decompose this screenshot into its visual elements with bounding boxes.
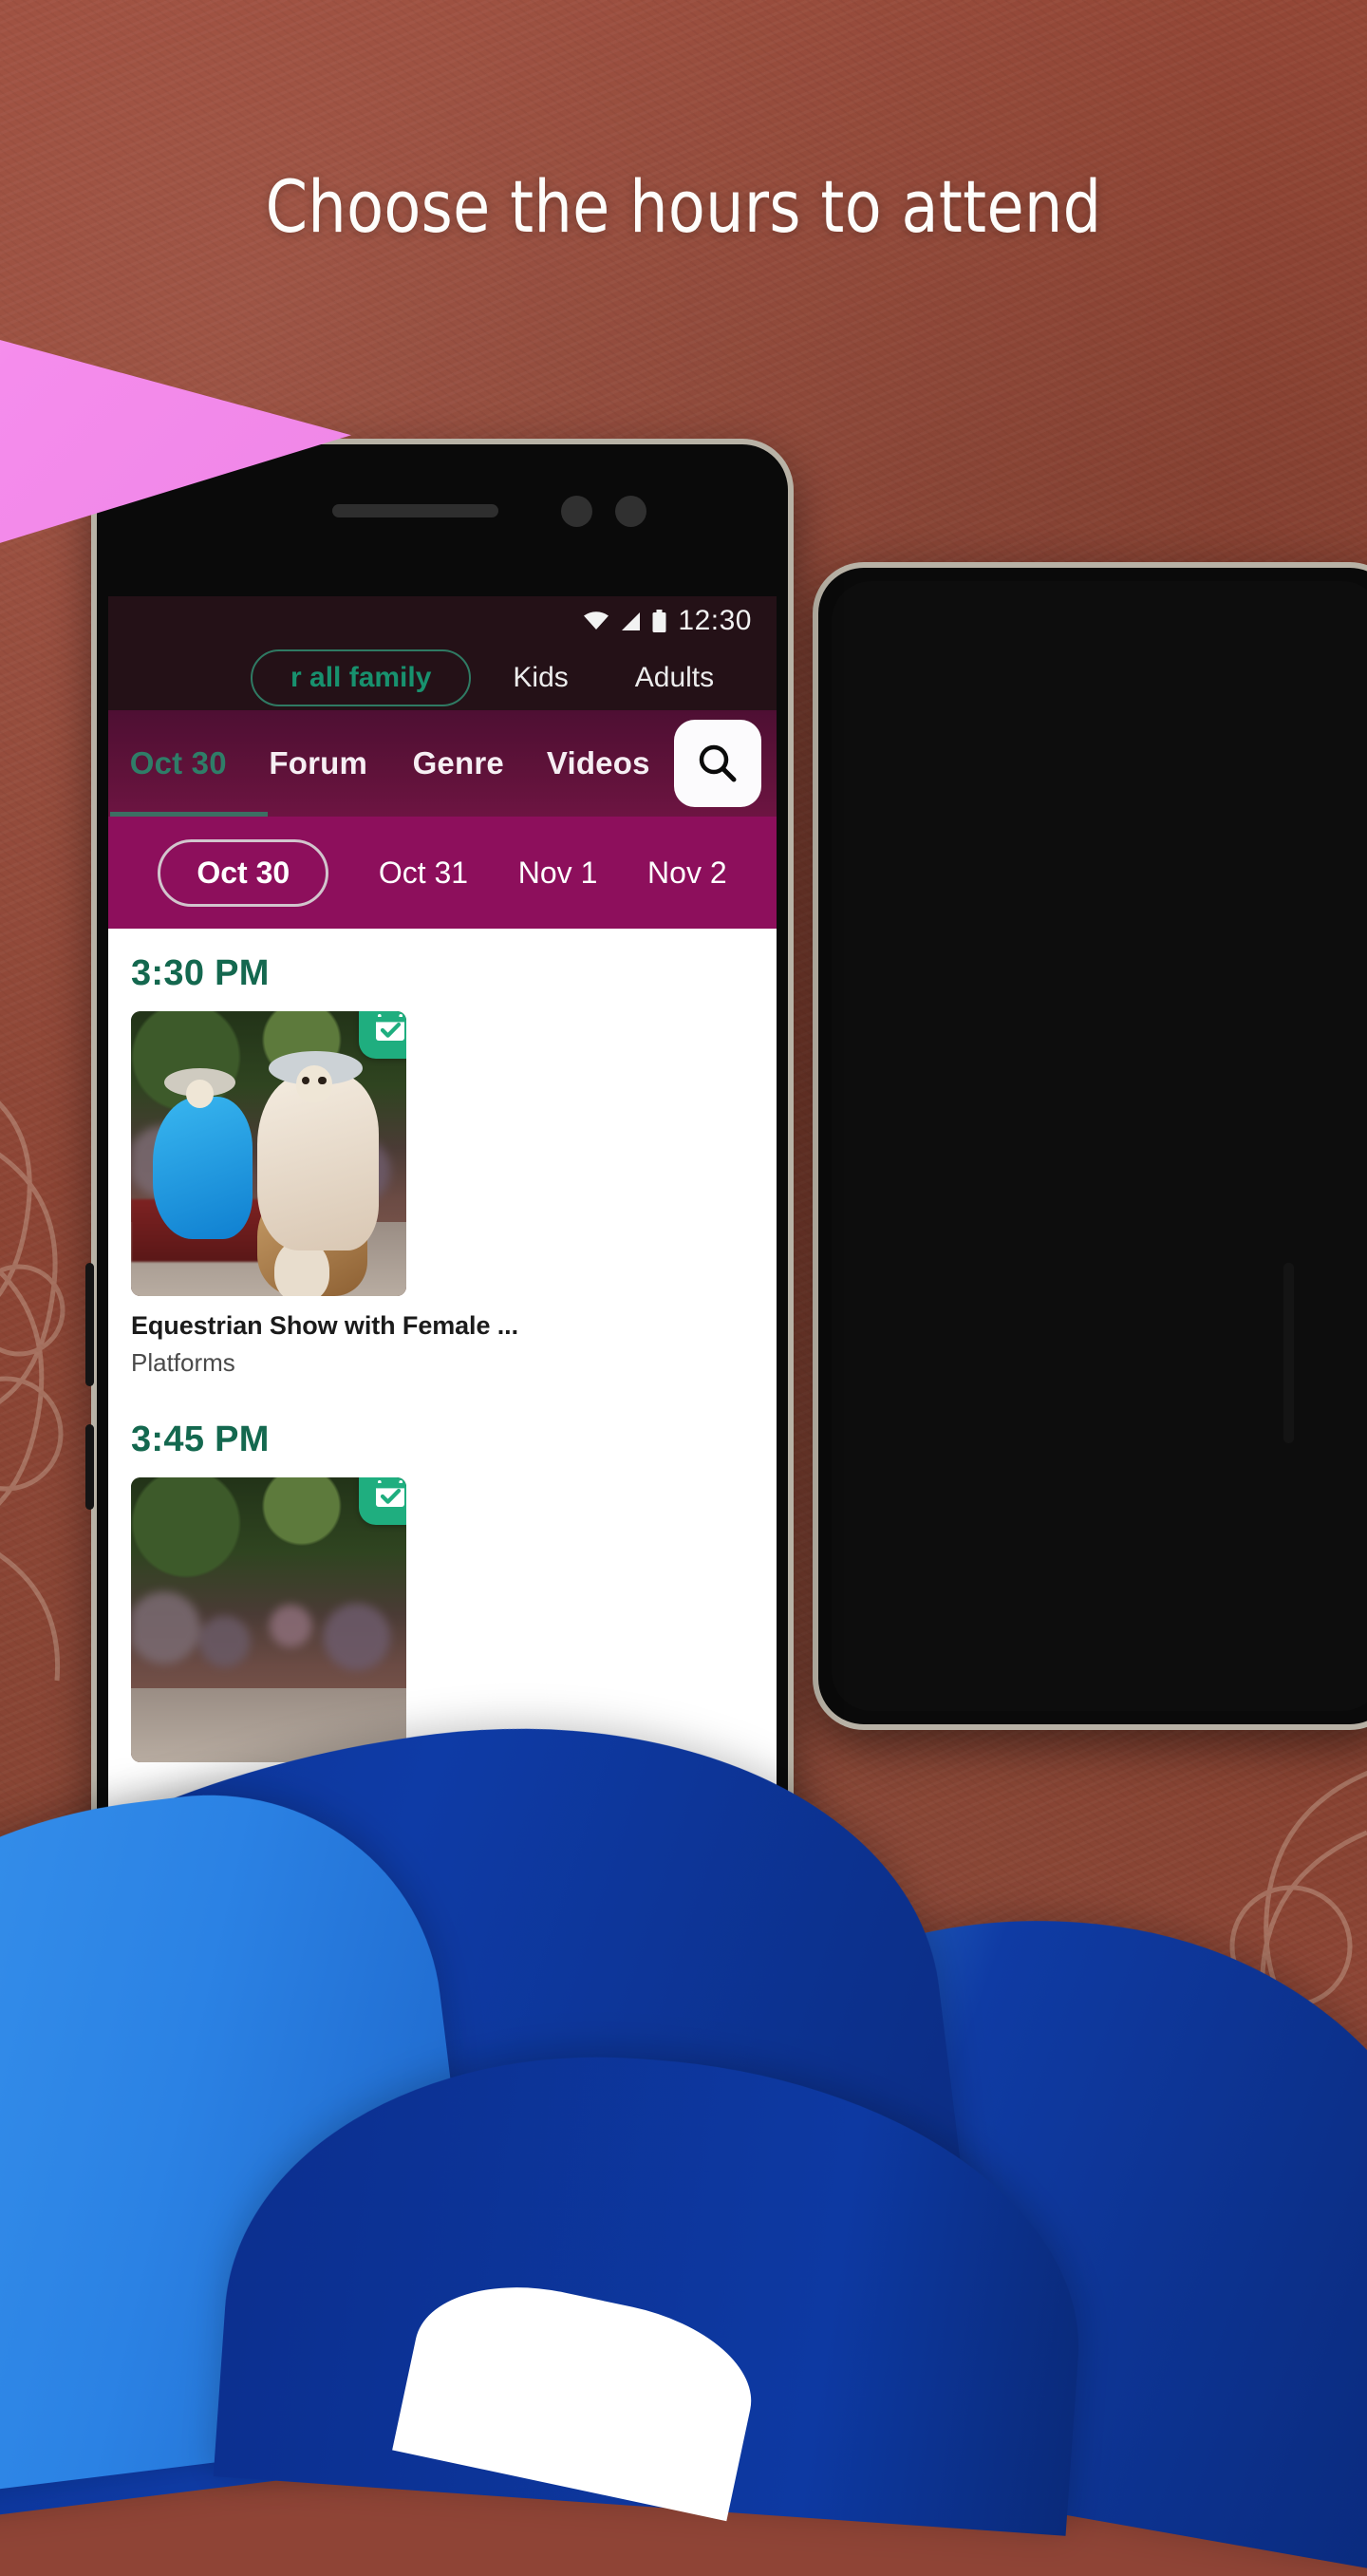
page-title: Choose the hours to attend — [265, 164, 1102, 249]
event-subtitle-1: Platforms — [131, 1348, 235, 1377]
date-selector-bar: Oct 30 Oct 31 Nov 1 Nov 2 — [108, 817, 777, 929]
photo-skull-eye-right — [318, 1076, 327, 1085]
signal-icon — [622, 611, 641, 630]
date-chip-nov-2[interactable]: Nov 2 — [647, 856, 727, 891]
photo-skull-eye-left — [302, 1076, 310, 1085]
front-camera-icon — [561, 496, 592, 527]
time-label-2: 3:45 PM — [131, 1420, 270, 1459]
audience-chip-adults[interactable]: Adults — [635, 662, 714, 694]
search-icon — [699, 744, 737, 782]
wifi-icon — [584, 611, 609, 630]
front-sensor-icon — [615, 496, 646, 527]
secondary-phone-screen — [832, 581, 1367, 1711]
audience-filter-row: r all family Kids Adults — [108, 646, 777, 710]
event-card-2[interactable] — [108, 1477, 777, 1762]
status-bar-time: 12:30 — [678, 605, 752, 636]
date-chip-oct-31[interactable]: Oct 31 — [379, 856, 468, 891]
photo-skull-front — [296, 1065, 332, 1102]
event-title-1: Equestrian Show with Female ... — [131, 1311, 518, 1340]
event-thumbnail-1[interactable] — [131, 1011, 406, 1296]
status-bar: 12:30 — [108, 596, 777, 646]
earpiece-speaker-icon — [332, 504, 498, 517]
date-chip-oct-30[interactable]: Oct 30 — [158, 838, 329, 907]
phone-power-button — [85, 1424, 94, 1510]
secondary-phone-mockup — [813, 562, 1367, 1730]
photo-crowd-2 — [131, 1591, 406, 1683]
audience-chip-kids[interactable]: Kids — [513, 662, 568, 694]
battery-icon — [652, 610, 666, 632]
tab-forum[interactable]: Forum — [249, 745, 389, 781]
event-thumbnail-2[interactable] — [131, 1477, 406, 1762]
event-card-1[interactable]: Equestrian Show with Female ... Platform… — [108, 1011, 777, 1378]
phone-volume-button — [85, 1263, 94, 1386]
photo-skull-back — [186, 1080, 214, 1108]
search-button[interactable] — [674, 720, 761, 807]
audience-chip-all-family[interactable]: r all family — [251, 649, 472, 706]
tab-oct-30[interactable]: Oct 30 — [108, 745, 249, 781]
main-tab-bar: Oct 30 Forum Genre Videos — [108, 710, 777, 817]
secondary-phone-side-button — [1283, 1263, 1294, 1443]
app-screen: 12:30 r all family Kids Adults Oct 30 Fo… — [108, 596, 777, 1871]
calendar-check-icon[interactable] — [359, 1011, 406, 1059]
date-chip-nov-1[interactable]: Nov 1 — [518, 856, 598, 891]
tab-videos[interactable]: Videos — [529, 745, 669, 781]
tab-genre[interactable]: Genre — [388, 745, 529, 781]
schedule-list: 3:30 PM Equestrian Show with Female ... … — [108, 929, 777, 1762]
photo-blue-dress-rider — [153, 1097, 253, 1239]
active-tab-underline — [110, 812, 268, 817]
calendar-check-icon[interactable] — [359, 1477, 406, 1525]
time-label-1: 3:30 PM — [131, 953, 270, 993]
